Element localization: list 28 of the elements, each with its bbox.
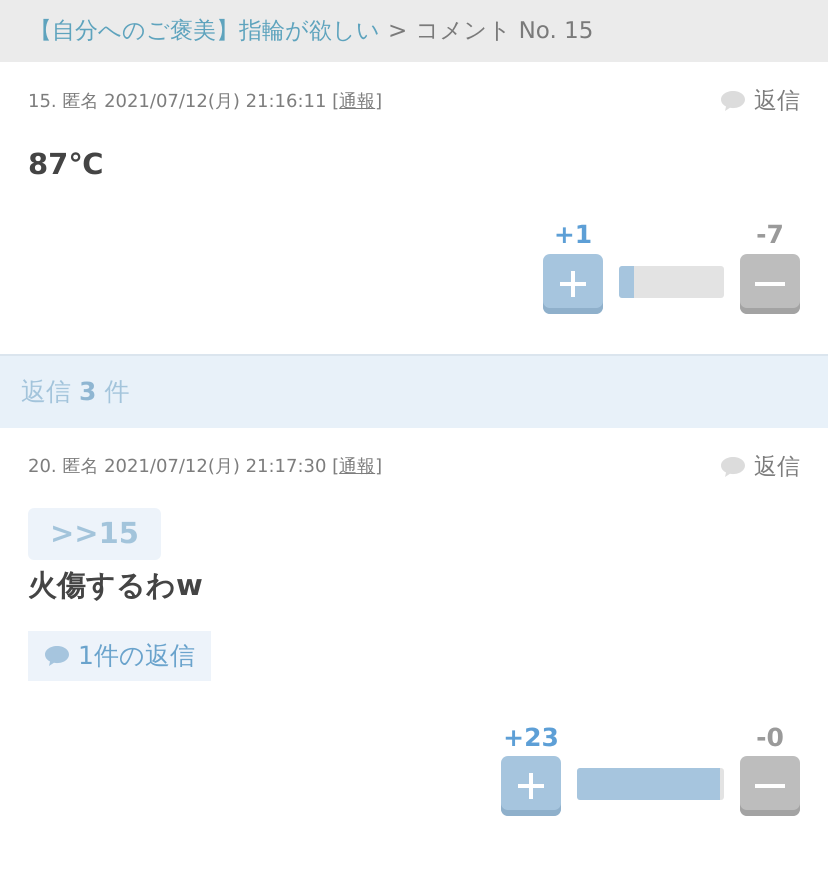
downvote-button[interactable] [740, 756, 800, 816]
breadcrumb-link[interactable]: 【自分へのご褒美】指輪が欲しい [29, 14, 380, 48]
speech-bubble-icon [720, 90, 746, 112]
comment-meta: 15. 匿名 2021/07/12(月) 21:16:11 [通報] [28, 90, 382, 114]
reply-count: 返信 3 件 [21, 376, 130, 408]
upvote-button[interactable] [543, 254, 603, 314]
speech-bubble-icon [44, 644, 70, 667]
minus-count: -0 [756, 722, 784, 754]
upvote-button[interactable] [501, 756, 561, 816]
breadcrumb-separator: > [388, 16, 408, 46]
minus-count: -7 [756, 219, 784, 251]
report-link[interactable]: 通報 [339, 90, 376, 112]
breadcrumb-current: コメント No. 15 [415, 16, 594, 46]
plus-icon [516, 771, 546, 801]
plus-count: +1 [554, 219, 592, 251]
comment-body: 87℃ [28, 146, 104, 182]
speech-bubble-icon [720, 456, 746, 478]
report-link[interactable]: 通報 [339, 456, 376, 478]
comment-meta: 20. 匿名 2021/07/12(月) 21:17:30 [通報] [28, 455, 382, 480]
replies-link[interactable]: 1件の返信 [28, 631, 211, 680]
plus-icon [558, 268, 588, 298]
plus-count: +23 [503, 722, 559, 754]
downvote-button[interactable] [740, 254, 800, 314]
reply-button[interactable]: 返信 [720, 84, 800, 118]
minus-icon [755, 280, 785, 286]
reply-button[interactable]: 返信 [720, 450, 800, 484]
minus-icon [755, 783, 785, 789]
comment-body: 火傷するわw [28, 566, 204, 604]
